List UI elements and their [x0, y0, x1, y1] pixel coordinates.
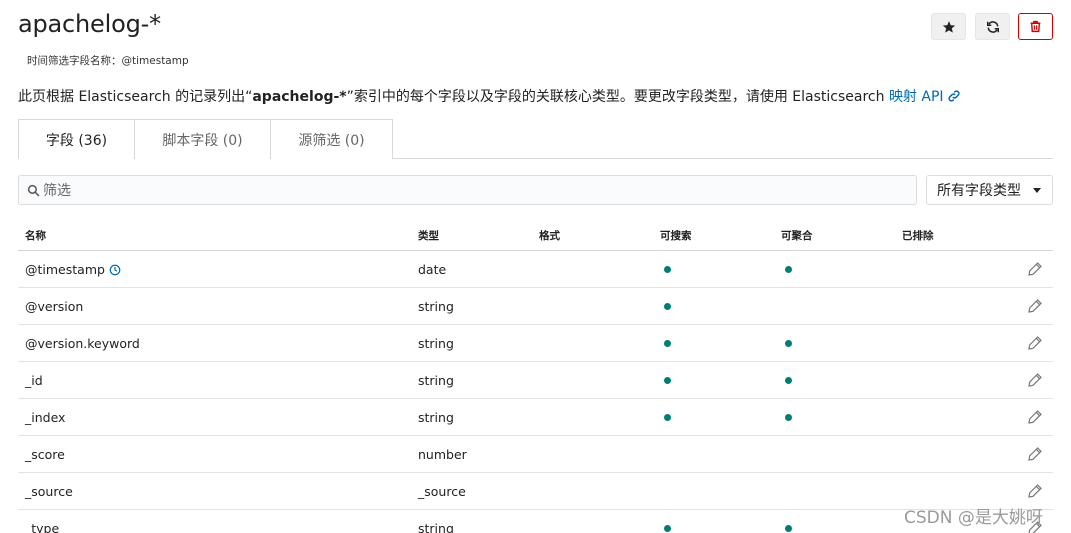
field-name: _source — [25, 484, 73, 499]
delete-index-pattern-button[interactable] — [1018, 13, 1053, 40]
column-header-format: 格式 — [539, 230, 560, 242]
column-header-aggregatable: 可聚合 — [781, 230, 813, 242]
field-type: string — [418, 373, 454, 388]
table-row: _type string — [18, 510, 1053, 533]
field-name: _index — [25, 410, 66, 425]
trash-icon — [1030, 20, 1041, 33]
refresh-fields-button[interactable] — [975, 13, 1010, 40]
field-type-select[interactable]: 所有字段类型 — [926, 175, 1053, 205]
searchable-indicator — [664, 266, 671, 273]
searchable-indicator — [664, 303, 671, 310]
time-field-subtitle: 时间筛选字段名称：@timestamp — [27, 55, 189, 67]
field-name: @timestamp — [25, 262, 105, 277]
column-header-name[interactable]: 名称 — [25, 228, 46, 243]
mapping-api-link-label: 映射 API — [888, 89, 944, 105]
searchable-indicator — [664, 414, 671, 421]
aggregatable-indicator — [785, 377, 792, 384]
tabs-divider — [392, 158, 1053, 159]
column-header-type[interactable]: 类型 — [418, 228, 439, 243]
tab-bar: 字段 (36) 脚本字段 (0) 源筛选 (0) — [18, 119, 393, 159]
search-icon — [27, 184, 40, 196]
table-row: _id string — [18, 362, 1053, 399]
filter-placeholder: 筛选 — [43, 183, 71, 199]
pencil-icon[interactable] — [1027, 483, 1043, 499]
page-description: 此页根据 Elasticsearch 的记录列出“apachelog-*”索引中… — [18, 86, 961, 106]
aggregatable-indicator — [785, 266, 792, 273]
pencil-icon[interactable] — [1027, 446, 1043, 462]
searchable-indicator — [664, 525, 671, 532]
table-row: @timestamp date — [18, 251, 1053, 288]
column-header-searchable: 可搜索 — [660, 230, 692, 242]
field-name: @version.keyword — [25, 336, 140, 351]
pencil-icon[interactable] — [1027, 335, 1043, 351]
field-name: @version — [25, 299, 84, 314]
star-icon — [942, 20, 955, 33]
field-type: number — [418, 447, 467, 462]
tab-source-filters[interactable]: 源筛选 (0) — [270, 119, 393, 159]
tab-scripted-fields[interactable]: 脚本字段 (0) — [134, 119, 271, 159]
pencil-icon[interactable] — [1027, 298, 1043, 314]
watermark: CSDN @是大姚呀 — [904, 508, 1043, 528]
table-row: _score number — [18, 436, 1053, 473]
field-name-cell: @timestamp — [25, 262, 121, 277]
aggregatable-indicator — [785, 525, 792, 532]
field-name: _score — [25, 447, 65, 462]
field-type: string — [418, 410, 454, 425]
field-type: string — [418, 521, 454, 533]
field-type: date — [418, 262, 447, 277]
searchable-indicator — [664, 377, 671, 384]
link-icon — [947, 90, 960, 102]
description-text-after: ”索引中的每个字段以及字段的关联核心类型。要更改字段类型，请使用 Elastic… — [346, 89, 889, 105]
field-type: string — [418, 299, 454, 314]
field-type-select-value: 所有字段类型 — [937, 183, 1021, 199]
pencil-icon[interactable] — [1027, 372, 1043, 388]
table-row: @version string — [18, 288, 1053, 325]
column-header-excluded: 已排除 — [902, 230, 934, 242]
table-row: _index string — [18, 399, 1053, 436]
clock-icon — [109, 264, 121, 276]
tab-fields[interactable]: 字段 (36) — [18, 119, 135, 159]
table-row: @version.keyword string — [18, 325, 1053, 362]
pencil-icon[interactable] — [1027, 409, 1043, 425]
set-default-button[interactable] — [931, 13, 966, 40]
page-title: apachelog-* — [18, 10, 161, 38]
table-row: _source _source — [18, 473, 1053, 510]
field-type: string — [418, 336, 454, 351]
description-index: apachelog-* — [252, 89, 347, 105]
aggregatable-indicator — [785, 340, 792, 347]
refresh-icon — [986, 20, 999, 33]
aggregatable-indicator — [785, 414, 792, 421]
mapping-api-link[interactable]: 映射 API — [889, 89, 961, 105]
filter-input[interactable]: 筛选 — [18, 175, 917, 205]
pencil-icon[interactable] — [1027, 261, 1043, 277]
description-text-before: 此页根据 Elasticsearch 的记录列出“ — [18, 89, 253, 105]
searchable-indicator — [664, 340, 671, 347]
field-name: _type — [25, 521, 60, 533]
caret-down-icon — [1033, 188, 1041, 193]
field-type: _source — [418, 484, 466, 499]
field-name: _id — [25, 373, 43, 388]
